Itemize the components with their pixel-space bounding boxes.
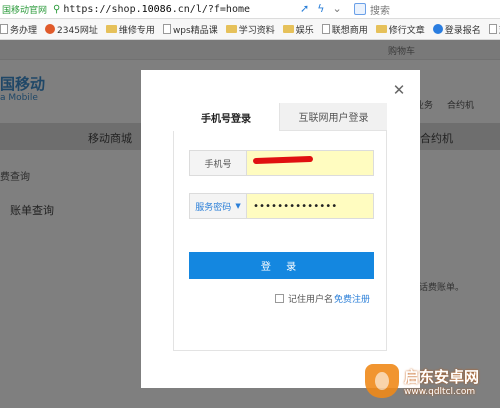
remember-username[interactable]: 记住用户名	[275, 292, 333, 305]
folder-icon	[225, 25, 237, 33]
bookmark-label: 娱乐	[295, 25, 314, 36]
url-text[interactable]: https://shop.10086.cn/l/?f=home	[63, 4, 250, 15]
rocket-icon[interactable]: ➚	[300, 2, 309, 15]
bookmarks-bar: 务办理 2345网址 维修专用 wps精品课 学习资料 娱乐 联想商用 修行文章 登录报名对公业…	[0, 19, 500, 40]
login-panel	[173, 103, 387, 351]
register-link[interactable]: 免费注册	[334, 292, 370, 305]
remember-label: 记住用户名	[288, 295, 334, 305]
lightning-icon[interactable]: ϟ	[317, 2, 324, 15]
password-input[interactable]	[247, 194, 373, 218]
page-icon	[321, 24, 330, 34]
bookmark-label: wps精品课	[172, 25, 218, 36]
watermark: 启东安卓网 www.qdltcl.com	[365, 364, 479, 398]
bookmark-item[interactable]: 2345网址	[45, 23, 98, 36]
bookmark-label: 2345网址	[57, 25, 98, 36]
tab-phone-login[interactable]: 手机号登录	[173, 103, 280, 131]
bookmark-label: 联想商用	[331, 25, 368, 36]
bookmark-item[interactable]: 学习资料	[225, 23, 275, 36]
folder-icon	[105, 25, 117, 33]
remember-checkbox[interactable]	[275, 294, 284, 303]
address-bar[interactable]: 国移动官网 ⚲ https://shop.10086.cn/l/?f=home …	[0, 0, 500, 19]
page-icon	[162, 24, 171, 34]
bookmark-item[interactable]: 维修专用	[105, 23, 155, 36]
password-label: 服务密码	[195, 202, 232, 213]
search-label: 搜索	[370, 5, 390, 17]
site-icon	[432, 24, 443, 34]
password-type-select[interactable]: 服务密码 ▼	[190, 194, 247, 218]
bookmark-item[interactable]: 登录报名	[432, 23, 481, 36]
bookmark-item[interactable]: wps精品课	[162, 23, 218, 36]
bookmark-item[interactable]: 务办理	[0, 23, 37, 36]
page-icon	[0, 24, 8, 34]
watermark-title: 启东安卓网	[404, 367, 480, 386]
watermark-logo-icon	[365, 364, 399, 398]
lock-icon: ⚲	[53, 3, 61, 15]
bookmark-label: 务办理	[10, 25, 38, 36]
page-icon	[488, 24, 497, 34]
bookmark-item[interactable]: 修行文章	[375, 23, 425, 36]
caret-down-icon: ▼	[235, 202, 241, 210]
watermark-url: www.qdltcl.com	[404, 386, 476, 397]
bookmark-label: 修行文章	[388, 25, 425, 36]
folder-icon	[282, 25, 294, 33]
tab-site-name: 国移动官网	[2, 5, 48, 16]
site-icon	[45, 24, 56, 34]
search-engine-icon	[354, 3, 366, 15]
bookmark-label: 维修专用	[118, 25, 155, 36]
bookmark-label: 学习资料	[238, 25, 275, 36]
bookmark-item[interactable]: 娱乐	[282, 23, 314, 36]
bookmark-label: 登录报名	[444, 25, 481, 36]
bookmark-item[interactable]: 对公业务	[488, 23, 500, 36]
login-button[interactable]: 登 录	[189, 252, 374, 279]
password-row: 服务密码 ▼	[189, 193, 374, 219]
phone-label: 手机号	[190, 151, 247, 175]
folder-icon	[375, 25, 387, 33]
close-icon[interactable]: ✕	[391, 82, 407, 98]
browser-search[interactable]: 搜索	[354, 1, 500, 17]
login-tabs: 手机号登录 互联网用户登录	[173, 103, 387, 131]
bookmark-item[interactable]: 联想商用	[321, 23, 368, 36]
tab-internet-login[interactable]: 互联网用户登录	[280, 103, 387, 131]
chevron-down-icon[interactable]: ⌄	[332, 2, 341, 15]
